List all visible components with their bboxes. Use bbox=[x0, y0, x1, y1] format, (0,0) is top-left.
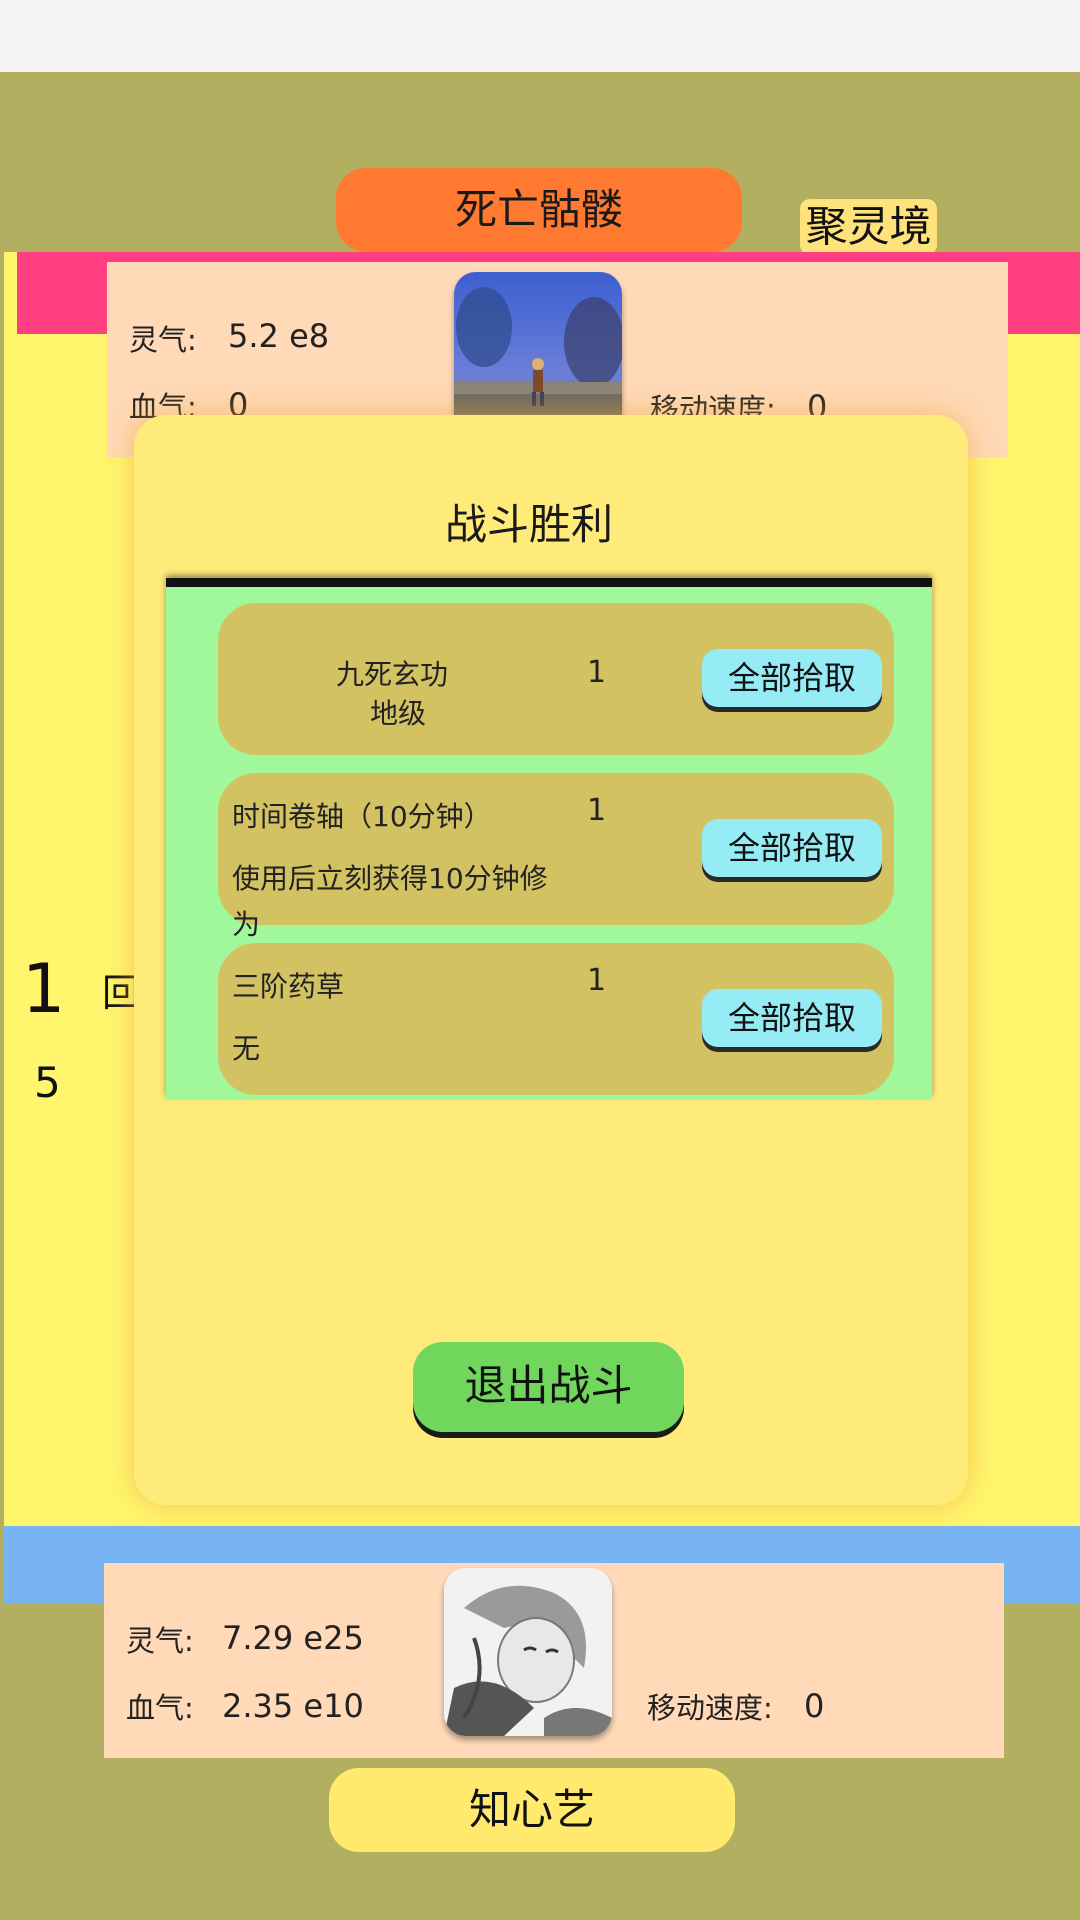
loot-item: 时间卷轴（10分钟） 使用后立刻获得10分钟修为 1 全部拾取 bbox=[218, 773, 894, 941]
enemy-name-banner: 死亡骷髅 bbox=[336, 168, 742, 252]
pick-all-button[interactable]: 全部拾取 bbox=[702, 989, 882, 1047]
player-lingqi-label: 灵气: bbox=[126, 1624, 194, 1658]
player-avatar bbox=[444, 1568, 612, 1736]
player-xueqi-label: 血气: bbox=[126, 1691, 194, 1725]
player-lingqi-value: 7.29 e25 bbox=[222, 1619, 364, 1657]
player-portrait-icon bbox=[444, 1568, 612, 1736]
item-name: 三阶药草 bbox=[232, 970, 345, 1003]
item-desc: 使用后立刻获得10分钟修为 bbox=[232, 862, 548, 941]
player-speed-label: 移动速度: bbox=[647, 1691, 773, 1725]
loot-list[interactable]: 九死玄功 地级 1 全部拾取 时间卷轴（10分钟） 使用后立刻获得10分钟修为 … bbox=[166, 578, 932, 1099]
side-number-2: 5 bbox=[34, 1058, 61, 1107]
player-speed-value: 0 bbox=[804, 1687, 825, 1725]
player-name-banner: 知心艺 bbox=[329, 1768, 735, 1852]
realm-badge: 聚灵境 bbox=[800, 199, 937, 255]
item-name: 时间卷轴（10分钟） bbox=[232, 800, 492, 833]
enemy-lingqi-value: 5.2 e8 bbox=[228, 317, 330, 355]
pick-all-button[interactable]: 全部拾取 bbox=[702, 819, 882, 877]
status-bar bbox=[0, 0, 1080, 72]
item-qty: 1 bbox=[587, 793, 607, 828]
loot-item: 九死玄功 地级 1 全部拾取 bbox=[218, 603, 894, 755]
item-name: 九死玄功 bbox=[336, 658, 449, 691]
exit-battle-button[interactable]: 退出战斗 bbox=[413, 1342, 684, 1432]
item-qty: 1 bbox=[587, 963, 607, 998]
player-stats-card: 灵气: 7.29 e25 血气: 2.35 e10 移动速度: 0 bbox=[104, 1563, 1004, 1758]
item-desc: 地级 bbox=[370, 697, 427, 730]
pick-all-button[interactable]: 全部拾取 bbox=[702, 649, 882, 707]
battle-victory-dialog: 战斗胜利 九死玄功 地级 1 全部拾取 时间卷轴（10分钟） 使用后立刻获得10… bbox=[134, 415, 968, 1505]
item-qty: 1 bbox=[587, 655, 607, 690]
enemy-lingqi-label: 灵气: bbox=[129, 323, 197, 357]
item-desc: 无 bbox=[232, 1032, 261, 1065]
side-number-1: 1 bbox=[22, 950, 66, 1029]
player-xueqi-value: 2.35 e10 bbox=[222, 1687, 364, 1725]
loot-item: 三阶药草 无 1 全部拾取 bbox=[218, 943, 894, 1095]
dialog-title: 战斗胜利 bbox=[444, 500, 613, 549]
